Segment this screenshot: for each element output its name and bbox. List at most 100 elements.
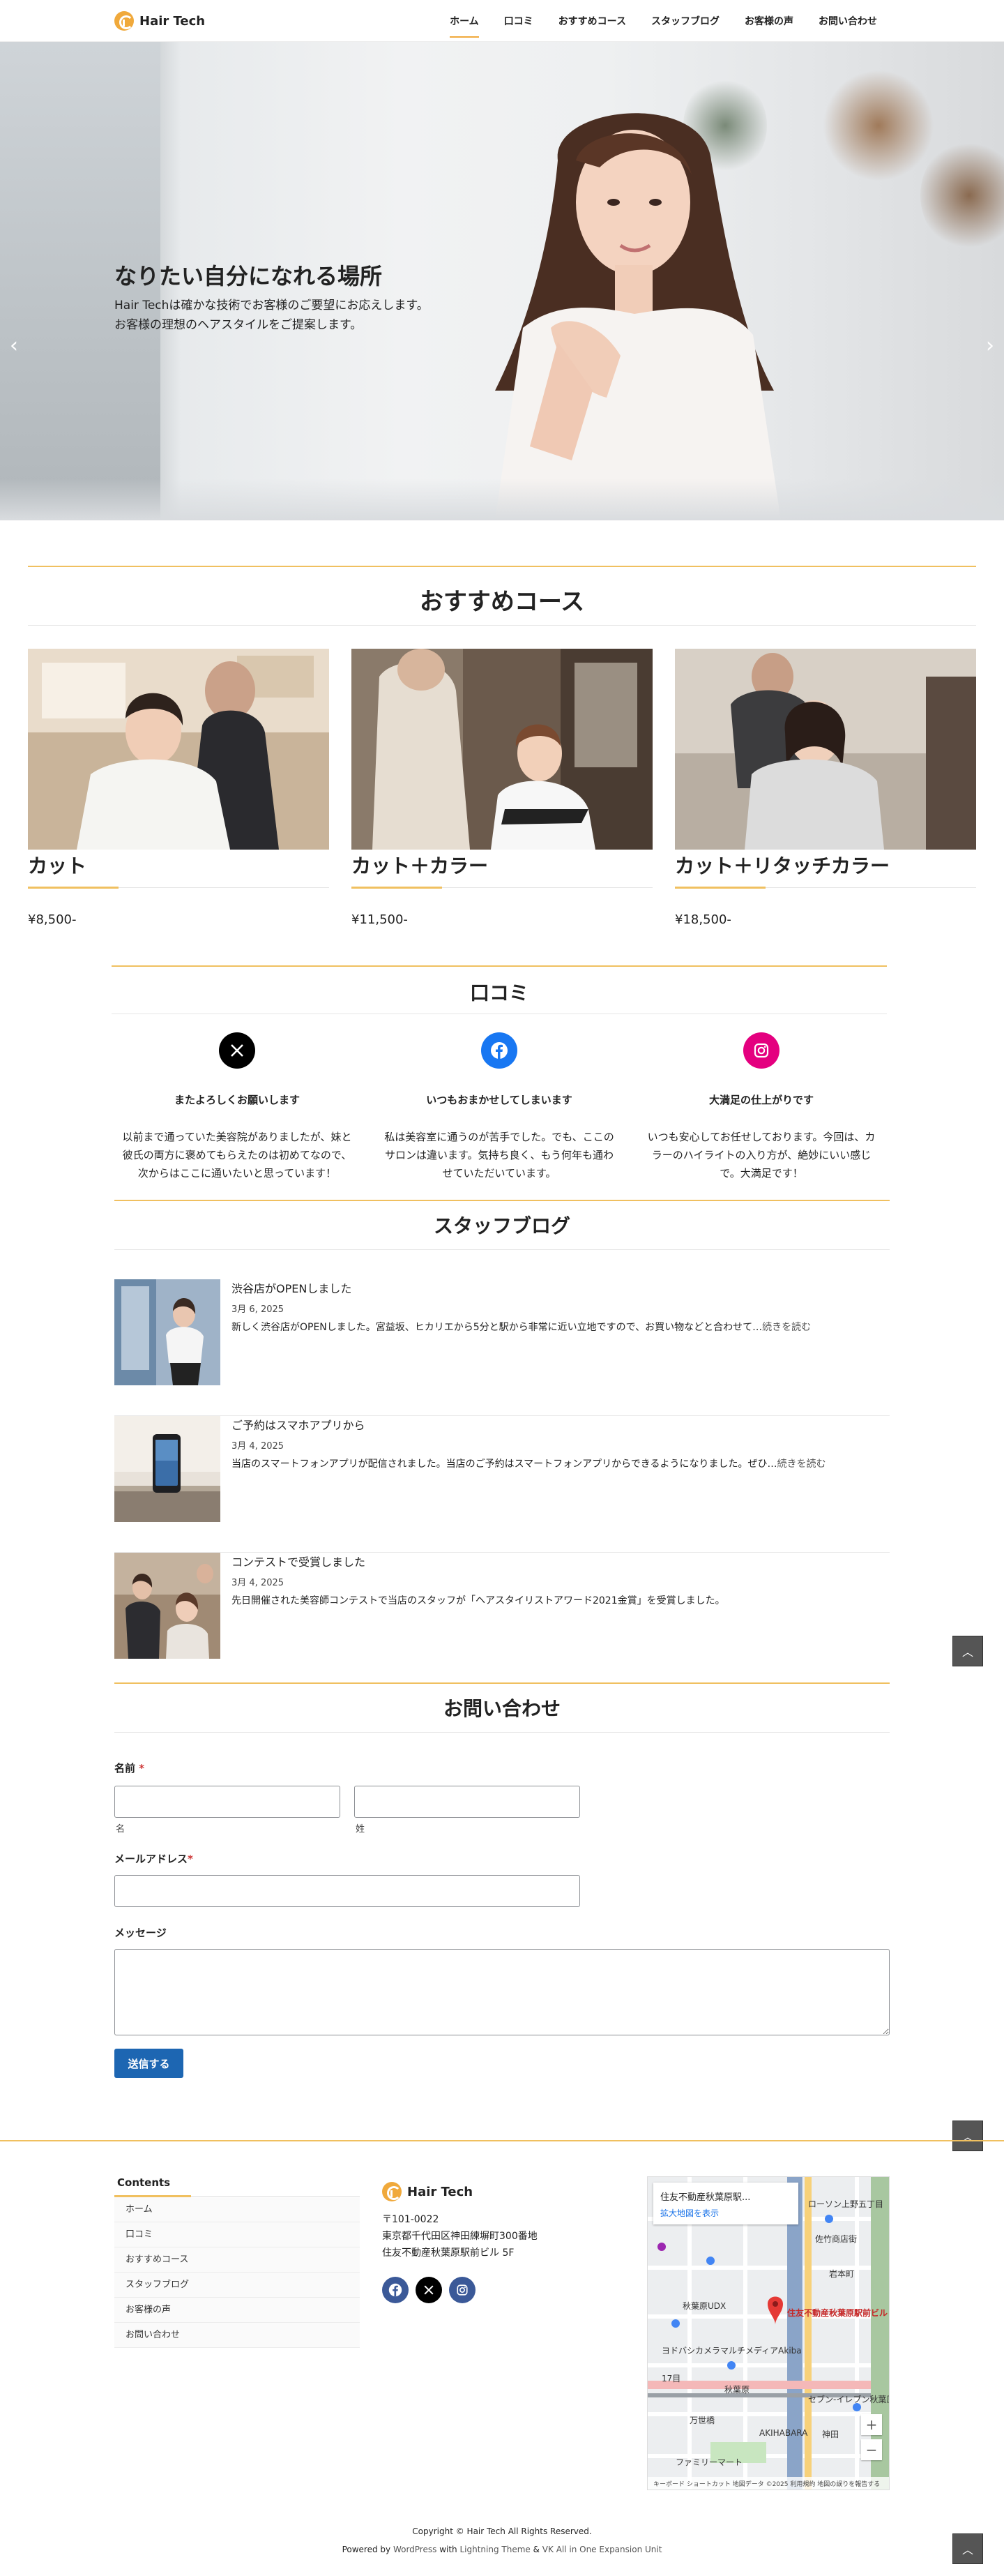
last-name-field[interactable] bbox=[354, 1786, 580, 1818]
scroll-top-button[interactable]: ︿ bbox=[952, 1636, 983, 1666]
hero-title: なりたい自分になれる場所 bbox=[114, 263, 383, 289]
review-text-line: 私は美容室に通うのが苦手でした。でも、ここの bbox=[384, 1131, 614, 1143]
blog-post[interactable]: コンテストで受賞しました 3月 4, 2025 先日開催された美容師コンテストで… bbox=[114, 1553, 890, 1689]
reviews-title: 口コミ bbox=[469, 981, 528, 1004]
footer-contents-divider bbox=[114, 2195, 360, 2197]
lightning-theme-link[interactable]: Lightning Theme bbox=[459, 2545, 530, 2554]
read-more-link[interactable]: 続きを読む bbox=[777, 1459, 826, 1470]
global-nav: ホーム 口コミ おすすめコース スタッフブログ お客様の声 お問い合わせ bbox=[437, 0, 890, 42]
nav-item-home[interactable]: ホーム bbox=[437, 0, 492, 42]
x-icon[interactable] bbox=[416, 2277, 442, 2303]
blog-post-title[interactable]: コンテストで受賞しました bbox=[231, 1553, 365, 1569]
review-text-line: ラーのハイライトの入り方が、絶妙にいい感じ bbox=[651, 1149, 872, 1161]
message-label: メッセージ bbox=[114, 1927, 167, 1939]
email-label-text: メールアドレス bbox=[114, 1853, 188, 1865]
course-divider bbox=[351, 887, 653, 889]
course-price: ¥11,500- bbox=[351, 912, 408, 927]
footer-logo[interactable]: Hair Tech bbox=[382, 2182, 473, 2201]
course-image-cut bbox=[28, 649, 329, 850]
review-title: またよろしくお願いします bbox=[174, 1094, 300, 1106]
review-card: またよろしくお願いします 以前まで通っていた美容院がありましたが、妹と 彼氏の両… bbox=[105, 1032, 370, 1182]
blog-post-excerpt: 新しく渋谷店がOPENしました。宮益坂、ヒカリエから5分と駅から非常に近い立地で… bbox=[231, 1320, 811, 1334]
footer-menu-item[interactable]: おすすめコース bbox=[114, 2247, 360, 2273]
course-divider bbox=[675, 887, 976, 889]
blog-post[interactable]: 渋谷店がOPENしました 3月 6, 2025 新しく渋谷店がOPENしました。… bbox=[114, 1279, 890, 1416]
powered-text: & bbox=[530, 2545, 542, 2554]
scroll-top-button[interactable]: ︿ bbox=[952, 2121, 983, 2151]
hero-model-photo bbox=[495, 113, 781, 520]
powered-by: Powered by WordPress with Lightning Them… bbox=[0, 2545, 1004, 2554]
course-card[interactable]: カット＋リタッチカラー ¥18,500- bbox=[675, 649, 976, 927]
blog-post-title[interactable]: ご予約はスマホアプリから bbox=[231, 1416, 365, 1433]
map-label: 秋葉原UDX bbox=[683, 2301, 727, 2311]
course-card[interactable]: カット ¥8,500- bbox=[28, 649, 329, 927]
vk-unit-link[interactable]: VK All in One Expansion Unit bbox=[542, 2545, 662, 2554]
google-map[interactable]: 住友不動産秋葉原駅前ビル ローソン上野五丁目 佐竹商店街 秋葉原UDX ヨドバシ… bbox=[647, 2176, 890, 2490]
review-text: いつも安心してお任せしております。今回は、カ ラーのハイライトの入り方が、絶妙に… bbox=[629, 1128, 894, 1182]
footer-menu-item[interactable]: スタッフブログ bbox=[114, 2273, 360, 2298]
slider-prev-icon[interactable]: ‹ bbox=[10, 333, 18, 358]
facebook-icon[interactable] bbox=[481, 1032, 517, 1069]
email-field[interactable] bbox=[114, 1875, 580, 1907]
blog-post-date: 3月 4, 2025 bbox=[231, 1441, 284, 1452]
blog-post[interactable]: ご予約はスマホアプリから 3月 4, 2025 当店のスマートフォンアプリが配信… bbox=[114, 1416, 890, 1553]
footer-menu-item[interactable]: ホーム bbox=[114, 2197, 360, 2222]
nav-item-courses[interactable]: おすすめコース bbox=[546, 0, 639, 42]
footer-menu-item[interactable]: お問い合わせ bbox=[114, 2323, 360, 2348]
last-name-sublabel: 姓 bbox=[356, 1824, 365, 1835]
nav-item-blog[interactable]: スタッフブログ bbox=[639, 0, 732, 42]
footer-contents-title: Contents bbox=[117, 2176, 171, 2189]
message-field[interactable] bbox=[114, 1949, 890, 2035]
blog-post-title[interactable]: 渋谷店がOPENしました bbox=[231, 1279, 351, 1296]
chevron-up-icon: ︿ bbox=[961, 2130, 973, 2144]
course-name: カット bbox=[28, 854, 87, 878]
heading-bottom-line bbox=[28, 625, 976, 626]
footer-menu-item[interactable]: 口コミ bbox=[114, 2222, 360, 2247]
review-text-line: 以前まで通っていた美容院がありましたが、妹と bbox=[122, 1131, 352, 1143]
address-line: 東京都千代田区神田練塀町300番地 bbox=[382, 2231, 538, 2242]
slider-next-icon[interactable]: › bbox=[986, 333, 994, 358]
read-more-link[interactable]: 続きを読む bbox=[762, 1322, 811, 1333]
blog-post-date: 3月 6, 2025 bbox=[231, 1304, 284, 1315]
blog-post-excerpt: 先日開催された美容師コンテストで当店のスタッフが「ヘアスタイリストアワード202… bbox=[231, 1595, 725, 1606]
facebook-icon[interactable] bbox=[382, 2277, 409, 2303]
first-name-sublabel: 名 bbox=[116, 1824, 126, 1835]
footer-menu: ホーム 口コミ おすすめコース スタッフブログ お客様の声 お問い合わせ bbox=[114, 2197, 360, 2348]
instagram-icon[interactable] bbox=[449, 2277, 476, 2303]
review-text-line: いつも安心してお任せしております。今回は、カ bbox=[647, 1131, 876, 1143]
map-zoom-out-button[interactable]: − bbox=[861, 2439, 882, 2460]
wordpress-link[interactable]: WordPress bbox=[393, 2545, 436, 2554]
map-label: AKIHABARA bbox=[759, 2428, 808, 2438]
footer-site-name: Hair Tech bbox=[407, 2184, 473, 2199]
nav-item-contact[interactable]: お問い合わせ bbox=[806, 0, 890, 42]
review-text-line: せていただいています。 bbox=[442, 1167, 556, 1180]
map-label: ヨドバシカメラマルチメディアAkiba bbox=[662, 2346, 802, 2356]
review-text-line: で。大満足です！ bbox=[720, 1167, 803, 1180]
course-image-cut-retouch bbox=[675, 649, 976, 850]
nav-item-voice[interactable]: お客様の声 bbox=[732, 0, 806, 42]
first-name-field[interactable] bbox=[114, 1786, 340, 1818]
hero-bokeh bbox=[920, 140, 1004, 251]
map-zoom-in-button[interactable]: + bbox=[861, 2414, 882, 2435]
footer-menu-item[interactable]: お客様の声 bbox=[114, 2298, 360, 2323]
excerpt-text: 当店のスマートフォンアプリが配信されました。当店のご予約はスマートフォンアプリか… bbox=[231, 1459, 777, 1470]
submit-button[interactable]: 送信する bbox=[114, 2049, 183, 2078]
footer-social bbox=[382, 2277, 476, 2303]
map-label: ファミリーマート bbox=[676, 2457, 743, 2467]
blog-thumbnail[interactable] bbox=[114, 1553, 220, 1659]
instagram-icon[interactable] bbox=[743, 1032, 779, 1069]
site-logo[interactable]: Hair Tech bbox=[114, 10, 205, 32]
nav-item-reviews[interactable]: 口コミ bbox=[492, 0, 546, 42]
required-mark: * bbox=[139, 1762, 145, 1775]
blog-thumbnail[interactable] bbox=[114, 1279, 220, 1385]
x-icon[interactable] bbox=[219, 1032, 255, 1069]
map-label: 神田 bbox=[822, 2430, 839, 2439]
map-enlarge-link[interactable]: 拡大地図を表示 bbox=[660, 2207, 791, 2219]
blog-title: スタッフブログ bbox=[433, 1214, 570, 1237]
heading-top-line bbox=[114, 1682, 890, 1684]
review-title: いつもおまかせしてしまいます bbox=[426, 1094, 572, 1106]
map-label: 秋葉原 bbox=[724, 2385, 750, 2395]
courses-heading: おすすめコース bbox=[28, 566, 976, 626]
blog-thumbnail[interactable] bbox=[114, 1416, 220, 1522]
course-card[interactable]: カット＋カラー ¥11,500- bbox=[351, 649, 653, 927]
